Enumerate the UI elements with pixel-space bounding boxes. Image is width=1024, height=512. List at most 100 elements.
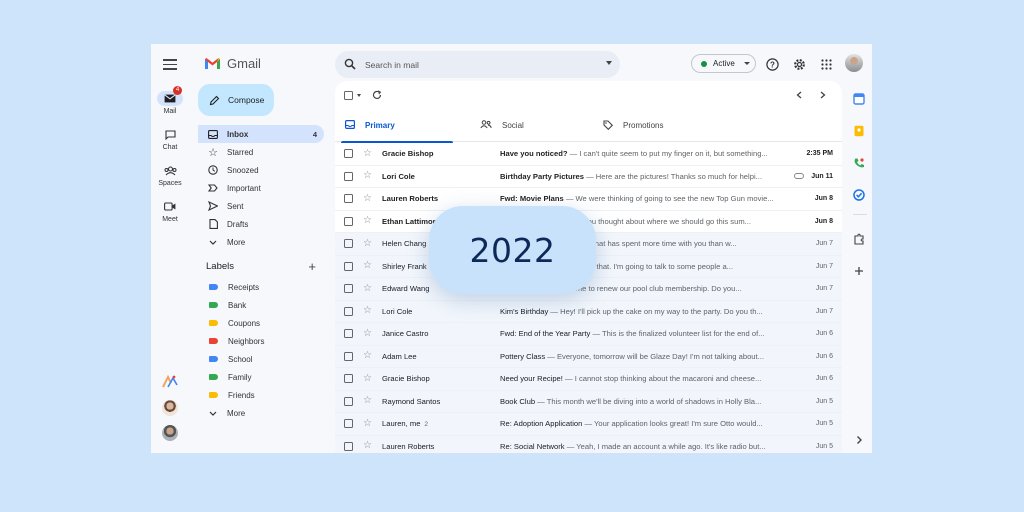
email-row[interactable]: ☆ Janice Castro Fwd: End of the Year Par… [335,323,842,346]
refresh-icon[interactable] [372,90,382,100]
tasks-icon[interactable] [853,189,865,201]
star-icon[interactable]: ☆ [363,328,373,339]
row-checkbox[interactable] [344,351,353,361]
email-row[interactable]: ☆ Lori Cole Birthday Party Pictures — He… [335,166,842,188]
label-bank[interactable]: Bank [198,296,324,314]
account-avatar[interactable] [845,54,863,72]
search-bar[interactable]: Search in mail [335,51,620,78]
prev-page-icon[interactable] [796,91,802,99]
addons-icon[interactable] [853,233,865,245]
star-icon[interactable]: ☆ [363,373,373,384]
label-name: Coupons [228,318,261,328]
nav-snoozed[interactable]: Snoozed [198,161,324,179]
settings-gear-icon[interactable] [791,56,807,72]
email-row[interactable]: ☆ Gracie Bishop Have you noticed? — I ca… [335,143,842,166]
nav-sent[interactable]: Sent [198,197,324,215]
nav-drafts[interactable]: Drafts [198,215,324,233]
email-date: Jun 7 [815,262,833,270]
nav-more[interactable]: More [198,233,324,251]
rail-mail[interactable]: 4 Mail [151,86,189,115]
search-options-icon[interactable] [606,61,612,65]
email-row[interactable]: ☆ Lauren, me 2 Re: Adoption Application —… [335,413,842,436]
expand-panel-icon[interactable] [853,434,865,446]
nav-starred[interactable]: ☆ Starred [198,143,324,161]
email-row[interactable]: ☆ Gracie Bishop Need your Recipe! — I ca… [335,368,842,391]
status-dot-icon [701,60,707,67]
tab-primary[interactable]: Primary [335,109,453,143]
star-icon[interactable]: ☆ [363,306,373,316]
contact-avatar-2[interactable] [162,425,178,441]
star-icon[interactable]: ☆ [363,193,373,204]
star-icon[interactable]: ☆ [363,441,373,451]
row-checkbox[interactable] [344,441,353,451]
star-icon[interactable]: ☆ [363,171,373,181]
email-row[interactable]: ☆ Adam Lee Pottery Class — Everyone, tom… [335,345,842,368]
row-checkbox[interactable] [344,239,353,249]
email-subject: Fwd: End of the Year Party [500,329,591,339]
phone-icon[interactable] [853,157,865,169]
row-checkbox[interactable] [344,329,353,339]
star-icon[interactable]: ☆ [363,148,373,159]
email-date: Jun 7 [815,285,833,293]
row-checkbox[interactable] [344,194,353,204]
row-checkbox[interactable] [344,374,353,384]
label-receipts[interactable]: Receipts [198,278,324,296]
nav-inbox-label: Inbox [227,129,249,139]
label-friends[interactable]: Friends [198,386,324,404]
nav-inbox[interactable]: Inbox 4 [198,125,324,143]
nav-important[interactable]: Important [198,179,324,197]
star-icon[interactable]: ☆ [363,283,373,294]
row-checkbox[interactable] [344,284,353,294]
side-divider [853,214,867,215]
row-checkbox[interactable] [344,216,353,226]
row-checkbox[interactable] [344,306,353,316]
tab-promotions[interactable]: Promotions [593,109,663,142]
row-checkbox[interactable] [344,149,353,159]
email-row[interactable]: ☆ Lori Cole Kim's Birthday — Hey! I'll p… [335,300,842,323]
email-row[interactable]: ☆ Lauren Roberts Re: Social Network — Ye… [335,435,842,453]
add-label-icon[interactable]: + [308,259,316,274]
apps-logo-icon[interactable] [162,375,178,389]
labels-more[interactable]: More [198,404,324,422]
tab-social[interactable]: Social [470,109,524,142]
status-dropdown[interactable]: Active [691,54,756,73]
label-family[interactable]: Family [198,368,324,386]
rail-spaces[interactable]: Spaces [151,163,189,187]
star-icon[interactable]: ☆ [363,351,373,361]
contact-avatar-1[interactable] [162,400,178,416]
help-icon[interactable]: ? [764,56,780,72]
next-page-icon[interactable] [820,91,826,99]
gmail-logo[interactable]: Gmail [204,56,261,71]
star-icon[interactable]: ☆ [363,238,373,249]
compose-button[interactable]: Compose [198,84,274,116]
search-input[interactable]: Search in mail [365,60,419,70]
label-school[interactable]: School [198,350,324,368]
add-icon[interactable] [853,265,865,277]
search-icon[interactable] [344,58,356,70]
select-caret-icon[interactable] [357,94,361,97]
label-tag-icon [209,392,218,398]
apps-grid-icon[interactable] [818,56,834,72]
main-menu-icon[interactable] [163,59,177,73]
star-icon[interactable]: ☆ [363,216,373,226]
email-sender: Adam Lee [382,351,417,361]
keep-icon[interactable] [853,125,865,137]
label-coupons[interactable]: Coupons [198,314,324,332]
email-date: Jun 6 [815,330,833,338]
star-icon[interactable]: ☆ [363,396,373,406]
list-toolbar [335,81,842,109]
email-row[interactable]: ☆ Edward Wang time to renew our pool clu… [335,278,842,301]
row-checkbox[interactable] [344,261,353,271]
star-icon[interactable]: ☆ [363,261,373,271]
email-row[interactable]: ☆ Lauren Roberts Fwd: Movie Plans — We w… [335,188,842,211]
calendar-icon[interactable] [853,93,865,105]
rail-meet[interactable]: Meet [151,199,189,223]
rail-chat[interactable]: Chat [151,127,189,151]
row-checkbox[interactable] [344,171,353,181]
row-checkbox[interactable] [344,419,353,429]
star-icon[interactable]: ☆ [363,418,373,429]
label-neighbors[interactable]: Neighbors [198,332,324,350]
email-row[interactable]: ☆ Raymond Santos Book Club — This month … [335,390,842,413]
select-all-checkbox[interactable] [344,91,353,100]
row-checkbox[interactable] [344,396,353,406]
